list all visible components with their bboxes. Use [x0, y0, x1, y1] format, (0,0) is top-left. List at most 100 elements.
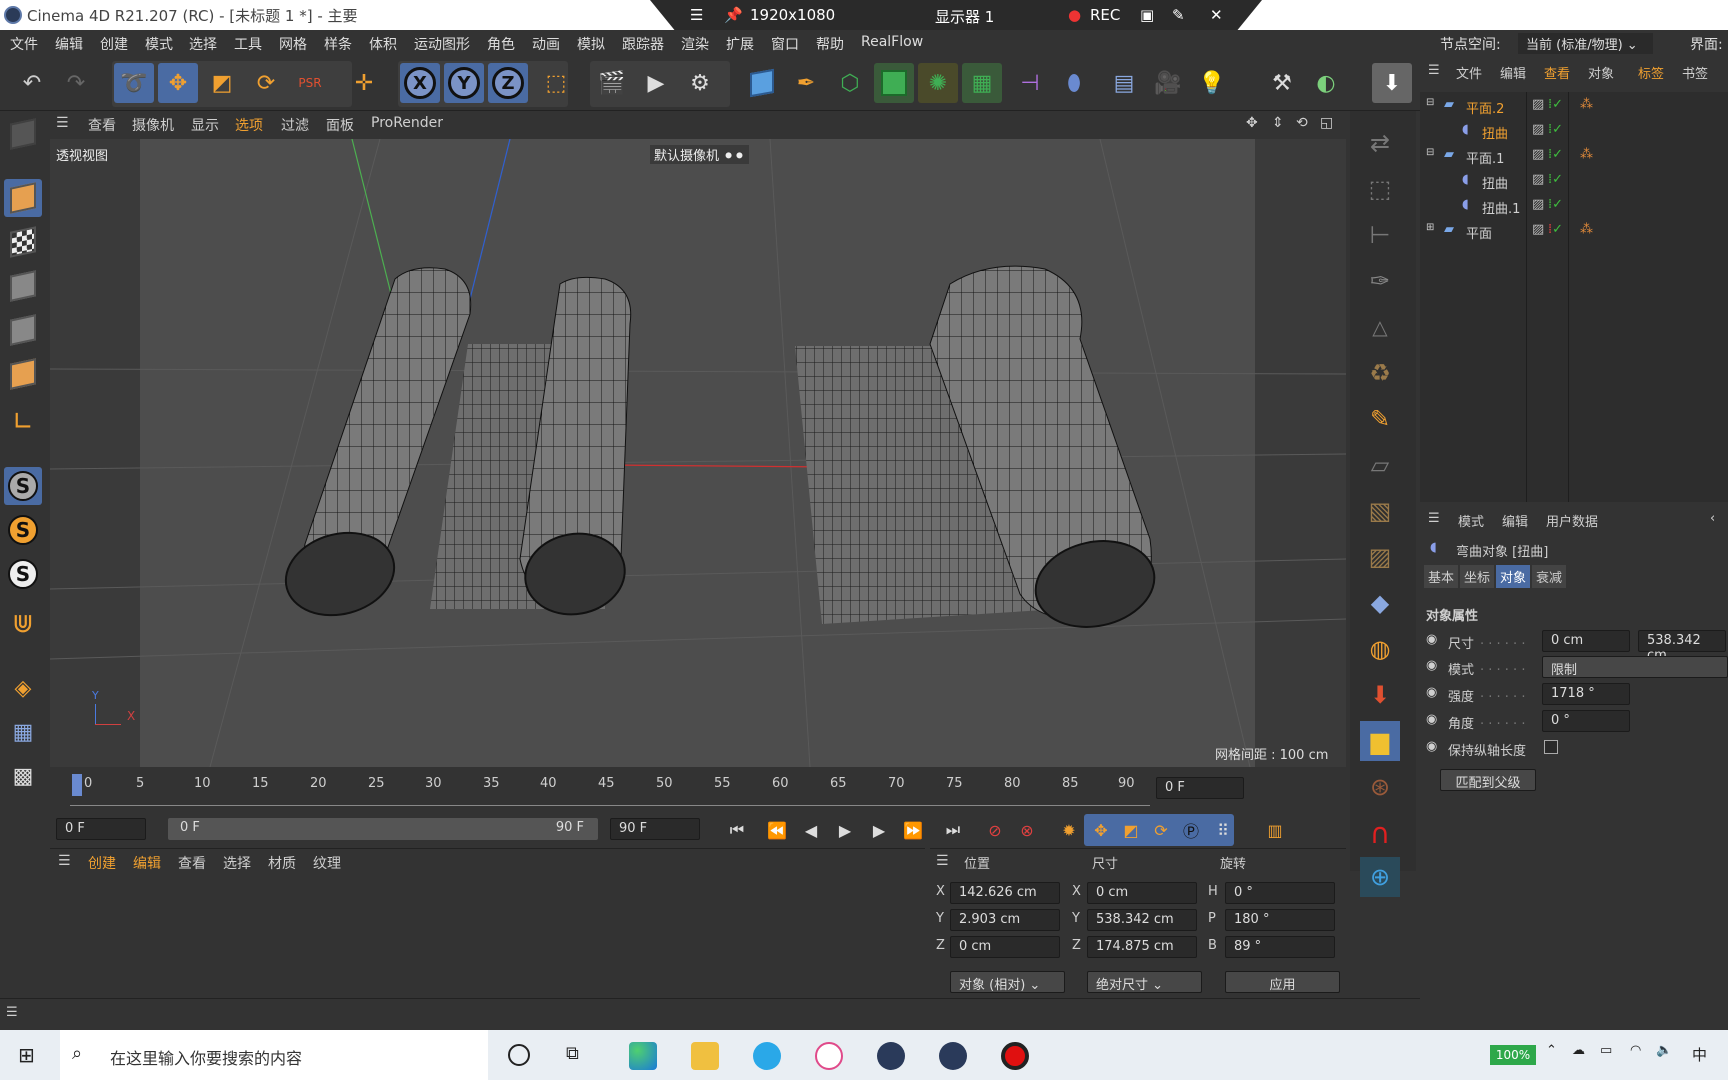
visibility-check-icon[interactable]: ⁞✓: [1548, 172, 1563, 187]
go-to-start-button[interactable]: ⏮: [722, 816, 752, 844]
object-row[interactable]: ⊞ ▰ 平面 ▨ ⁞✓ ⁂: [1420, 219, 1728, 244]
viewport-menu-filter[interactable]: 过滤: [281, 115, 309, 135]
visibility-dots-icon[interactable]: ⁞✓: [1548, 222, 1563, 237]
menu-tracker[interactable]: 跟踪器: [622, 34, 664, 54]
play-button[interactable]: ▶: [830, 816, 860, 844]
tag-button[interactable]: ⚒: [1262, 63, 1302, 103]
rotation-h-field[interactable]: 0 °: [1225, 882, 1335, 904]
task-view-icon[interactable]: ⧉: [566, 1043, 579, 1064]
x-axis-button[interactable]: X: [400, 63, 440, 103]
planar-workplane-button[interactable]: ▩: [4, 757, 42, 795]
angle-input[interactable]: 0 °: [1542, 710, 1630, 732]
battery-icon[interactable]: ▭: [1600, 1043, 1612, 1058]
pencil-icon[interactable]: ✎: [1172, 6, 1185, 24]
size-y-input[interactable]: 538.342 cm: [1638, 630, 1726, 663]
strip-tool-1[interactable]: ⇄: [1360, 123, 1400, 163]
windows-start-icon[interactable]: ⊞: [18, 1044, 40, 1066]
collapse-icon[interactable]: ⊟: [1426, 97, 1434, 108]
effector-button[interactable]: ⬮: [1054, 63, 1094, 103]
render-view-button[interactable]: 🎬: [592, 63, 632, 103]
z-axis-button[interactable]: Z: [488, 63, 528, 103]
wifi-icon[interactable]: ◠: [1630, 1043, 1641, 1058]
visibility-check-icon[interactable]: ⁞✓: [1548, 197, 1563, 212]
y-axis-button[interactable]: Y: [444, 63, 484, 103]
position-x-field[interactable]: 142.626 cm: [950, 882, 1060, 904]
autokey-button[interactable]: ⊗: [1012, 816, 1042, 844]
layer-icon[interactable]: ▨: [1532, 122, 1544, 137]
apply-button[interactable]: 应用: [1225, 971, 1340, 993]
extrude-button[interactable]: [874, 63, 914, 103]
hamburger-icon[interactable]: ☰: [56, 115, 69, 131]
radio-icon[interactable]: ◉: [1426, 658, 1437, 673]
keep-length-checkbox[interactable]: [1544, 740, 1558, 754]
om-menu-tags[interactable]: 标签: [1638, 63, 1664, 82]
strip-tool-4[interactable]: ✑: [1360, 261, 1400, 301]
taskbar-search-box[interactable]: ⌕ 在这里输入你要搜索的内容: [60, 1030, 488, 1080]
collapse-icon[interactable]: ⊟: [1426, 147, 1434, 158]
strip-tool-12[interactable]: ◍: [1360, 629, 1400, 669]
cloud-icon[interactable]: ☁: [1572, 1043, 1585, 1058]
rec-button[interactable]: REC: [1090, 6, 1120, 24]
psr-button[interactable]: PSR: [290, 63, 330, 103]
camera-icon[interactable]: ▣: [1140, 6, 1154, 24]
position-y-field[interactable]: 2.903 cm: [950, 909, 1060, 931]
size-x-input[interactable]: 0 cm: [1542, 630, 1630, 652]
strip-tool-16[interactable]: ∩: [1360, 813, 1400, 853]
object-row[interactable]: ⊟ ▰ 平面.1 ▨ ⁞✓ ⁂: [1420, 144, 1728, 169]
battery-indicator[interactable]: 100%: [1490, 1045, 1536, 1065]
tab-falloff[interactable]: 衰减: [1532, 565, 1567, 588]
material-menu-select[interactable]: 选择: [223, 853, 251, 873]
hamburger-icon[interactable]: ☰: [936, 853, 949, 869]
viewport-maximize-icon[interactable]: ◱: [1320, 115, 1333, 131]
quantize-button[interactable]: S: [4, 555, 42, 593]
layer-icon[interactable]: ▨: [1532, 222, 1544, 237]
strip-tool-8[interactable]: ▱: [1360, 445, 1400, 485]
rotate-tool-button[interactable]: ⟳: [246, 63, 286, 103]
viewport-menu-prorender[interactable]: ProRender: [371, 115, 443, 131]
menu-mesh[interactable]: 网格: [279, 34, 307, 54]
viewport-zoom-icon[interactable]: ⇕: [1272, 115, 1284, 131]
menu-mograph[interactable]: 运动图形: [414, 34, 470, 54]
strip-tool-11[interactable]: ◆: [1360, 583, 1400, 623]
menu-animate[interactable]: 动画: [532, 34, 560, 54]
radio-icon[interactable]: ◉: [1426, 739, 1437, 754]
om-menu-objects[interactable]: 对象: [1588, 63, 1614, 82]
strip-tool-3[interactable]: ⊢: [1360, 215, 1400, 255]
timeline-ruler[interactable]: 0 5 10 15 20 25 30 35 40 45 50 55 60 65 …: [50, 770, 1346, 810]
object-name[interactable]: 扭曲: [1482, 123, 1508, 142]
cloner-button[interactable]: ✺: [918, 63, 958, 103]
object-name[interactable]: 扭曲.1: [1482, 198, 1520, 217]
layer-icon[interactable]: ▨: [1532, 172, 1544, 187]
rotation-b-field[interactable]: 89 °: [1225, 936, 1335, 958]
chevron-up-icon[interactable]: ⌃: [1546, 1043, 1557, 1058]
om-menu-view[interactable]: 查看: [1544, 63, 1570, 82]
volume-icon[interactable]: 🔈: [1656, 1043, 1672, 1058]
edges-mode-button[interactable]: [4, 311, 42, 349]
install-button[interactable]: ⬇: [1372, 63, 1412, 103]
snap-button[interactable]: S: [4, 467, 42, 505]
previous-key-button[interactable]: ⏪: [762, 816, 792, 844]
cortana-icon[interactable]: [508, 1044, 530, 1066]
close-icon[interactable]: ✕: [1210, 6, 1223, 24]
active-camera-label[interactable]: 默认摄像机 ⚫⚫: [650, 145, 749, 164]
live-selection-button[interactable]: ➰: [114, 63, 154, 103]
menu-file[interactable]: 文件: [10, 34, 38, 54]
strip-tool-7[interactable]: ✎: [1360, 399, 1400, 439]
visibility-check-icon[interactable]: ⁞✓: [1548, 97, 1563, 112]
tweak-button[interactable]: ⋓: [4, 605, 42, 643]
viewport-move-icon[interactable]: ✥: [1246, 115, 1258, 131]
expand-icon[interactable]: ⊞: [1426, 222, 1434, 233]
strength-input[interactable]: 1718 °: [1542, 683, 1630, 705]
visibility-check-icon[interactable]: ⁞✓: [1548, 122, 1563, 137]
strip-tool-10[interactable]: ▨: [1360, 537, 1400, 577]
menu-realflow[interactable]: RealFlow: [861, 34, 923, 50]
node-space-dropdown[interactable]: 当前 (标准/物理) ⌄: [1518, 33, 1653, 54]
redo-button[interactable]: ↷: [56, 63, 96, 103]
camera-button[interactable]: 🎥: [1148, 63, 1188, 103]
tab-object[interactable]: 对象: [1496, 565, 1531, 588]
strip-tool-17[interactable]: ⊕: [1360, 857, 1400, 897]
object-row[interactable]: ⊟ ▰ 平面.2 ▨ ⁞✓ ⁂: [1420, 94, 1728, 119]
hamburger-icon[interactable]: ☰: [1428, 511, 1440, 526]
viewport-menu-panel[interactable]: 面板: [326, 115, 354, 135]
strip-tool-2[interactable]: ⬚: [1360, 169, 1400, 209]
